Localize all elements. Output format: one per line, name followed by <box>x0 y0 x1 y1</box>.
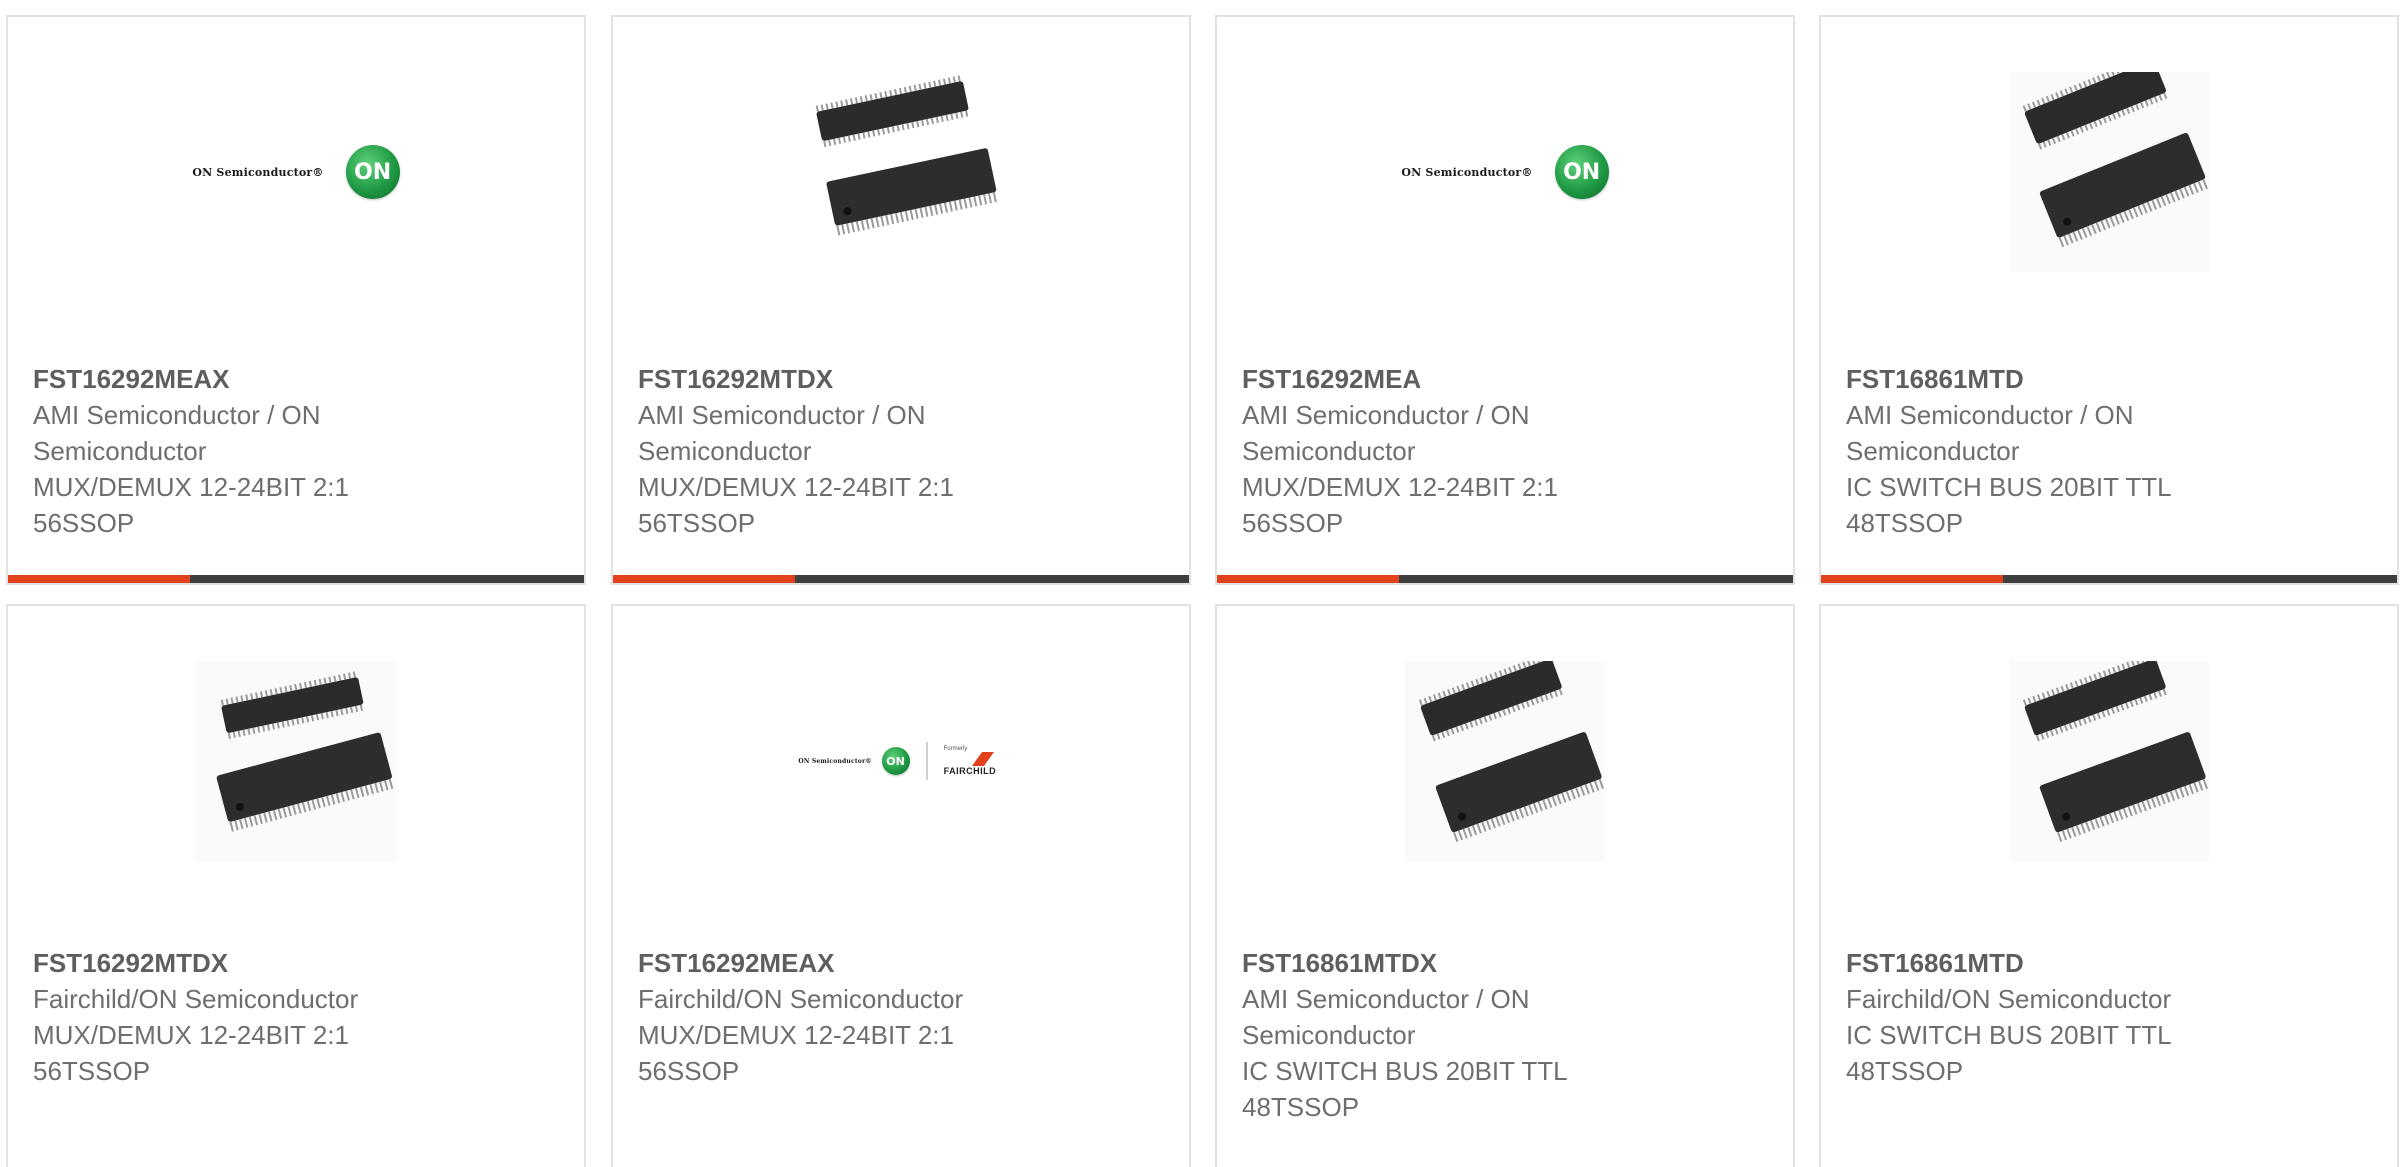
part-number[interactable]: FST16292MEAX <box>33 361 564 397</box>
on-semiconductor-logo: ON Semiconductor® ON <box>192 145 400 199</box>
part-number[interactable]: FST16861MTD <box>1846 361 2377 397</box>
part-number[interactable]: FST16292MTDX <box>638 361 1169 397</box>
product-card[interactable]: FST16861MTD AMI Semiconductor / ON Semic… <box>1819 15 2399 585</box>
product-grid: ON Semiconductor® ON FST16292MEAX AMI Se… <box>0 0 2400 1167</box>
card-accent-bar <box>1821 575 2397 583</box>
product-image[interactable] <box>8 651 584 871</box>
product-image[interactable] <box>1217 651 1793 871</box>
chip-package-icon <box>196 661 396 861</box>
part-number[interactable]: FST16292MEA <box>1242 361 1773 397</box>
product-card[interactable]: FST16861MTD Fairchild/ON Semiconductor I… <box>1819 604 2399 1167</box>
manufacturer: Fairchild/ON Semiconductor <box>1846 984 2172 1014</box>
description: MUX/DEMUX 12-24BIT 2:1 56SSOP <box>1242 472 1558 538</box>
product-card[interactable]: FST16292MTDX Fairchild/ON Semiconductor … <box>6 604 586 1167</box>
manufacturer: AMI Semiconductor / ON Semiconductor <box>1242 400 1530 466</box>
product-image[interactable]: ON Semiconductor® ON Formerly FAIRCHILD <box>613 651 1189 871</box>
chip-package-icon <box>2009 72 2209 272</box>
chip-package-icon <box>814 74 999 236</box>
manufacturer: AMI Semiconductor / ON Semiconductor <box>638 400 926 466</box>
product-card[interactable]: FST16292MTDX AMI Semiconductor / ON Semi… <box>611 15 1191 585</box>
product-card[interactable]: ON Semiconductor® ON Formerly FAIRCHILD … <box>611 604 1191 1167</box>
chip-package-icon <box>1405 661 1605 861</box>
chip-package-icon <box>2009 661 2209 861</box>
product-image[interactable] <box>613 62 1189 282</box>
description: IC SWITCH BUS 20BIT TTL 48TSSOP <box>1846 1020 2171 1086</box>
description: MUX/DEMUX 12-24BIT 2:1 56TSSOP <box>638 472 954 538</box>
description: MUX/DEMUX 12-24BIT 2:1 56SSOP <box>638 1020 954 1086</box>
part-number[interactable]: FST16861MTDX <box>1242 945 1773 981</box>
product-card[interactable]: FST16861MTDX AMI Semiconductor / ON Semi… <box>1215 604 1795 1167</box>
on-fairchild-logo: ON Semiconductor® ON Formerly FAIRCHILD <box>798 742 1003 780</box>
part-number[interactable]: FST16292MEAX <box>638 945 1169 981</box>
product-card[interactable]: ON Semiconductor® ON FST16292MEAX AMI Se… <box>6 15 586 585</box>
description: MUX/DEMUX 12-24BIT 2:1 56TSSOP <box>33 1020 349 1086</box>
product-card[interactable]: ON Semiconductor® ON FST16292MEA AMI Sem… <box>1215 15 1795 585</box>
manufacturer: AMI Semiconductor / ON Semiconductor <box>33 400 321 466</box>
product-image[interactable] <box>1821 651 2397 871</box>
product-image[interactable]: ON Semiconductor® ON <box>8 62 584 282</box>
card-accent-bar <box>613 575 1189 583</box>
part-number[interactable]: FST16292MTDX <box>33 945 564 981</box>
description: MUX/DEMUX 12-24BIT 2:1 56SSOP <box>33 472 349 538</box>
manufacturer: AMI Semiconductor / ON Semiconductor <box>1242 984 1530 1050</box>
card-accent-bar <box>8 575 584 583</box>
manufacturer: AMI Semiconductor / ON Semiconductor <box>1846 400 2134 466</box>
card-accent-bar <box>1217 575 1793 583</box>
manufacturer: Fairchild/ON Semiconductor <box>638 984 964 1014</box>
description: IC SWITCH BUS 20BIT TTL 48TSSOP <box>1242 1056 1567 1122</box>
description: IC SWITCH BUS 20BIT TTL 48TSSOP <box>1846 472 2171 538</box>
on-semiconductor-logo: ON Semiconductor® ON <box>1401 145 1609 199</box>
manufacturer: Fairchild/ON Semiconductor <box>33 984 359 1014</box>
part-number[interactable]: FST16861MTD <box>1846 945 2377 981</box>
product-image[interactable]: ON Semiconductor® ON <box>1217 62 1793 282</box>
product-image[interactable] <box>1821 62 2397 282</box>
fairchild-slash-icon <box>971 752 994 766</box>
